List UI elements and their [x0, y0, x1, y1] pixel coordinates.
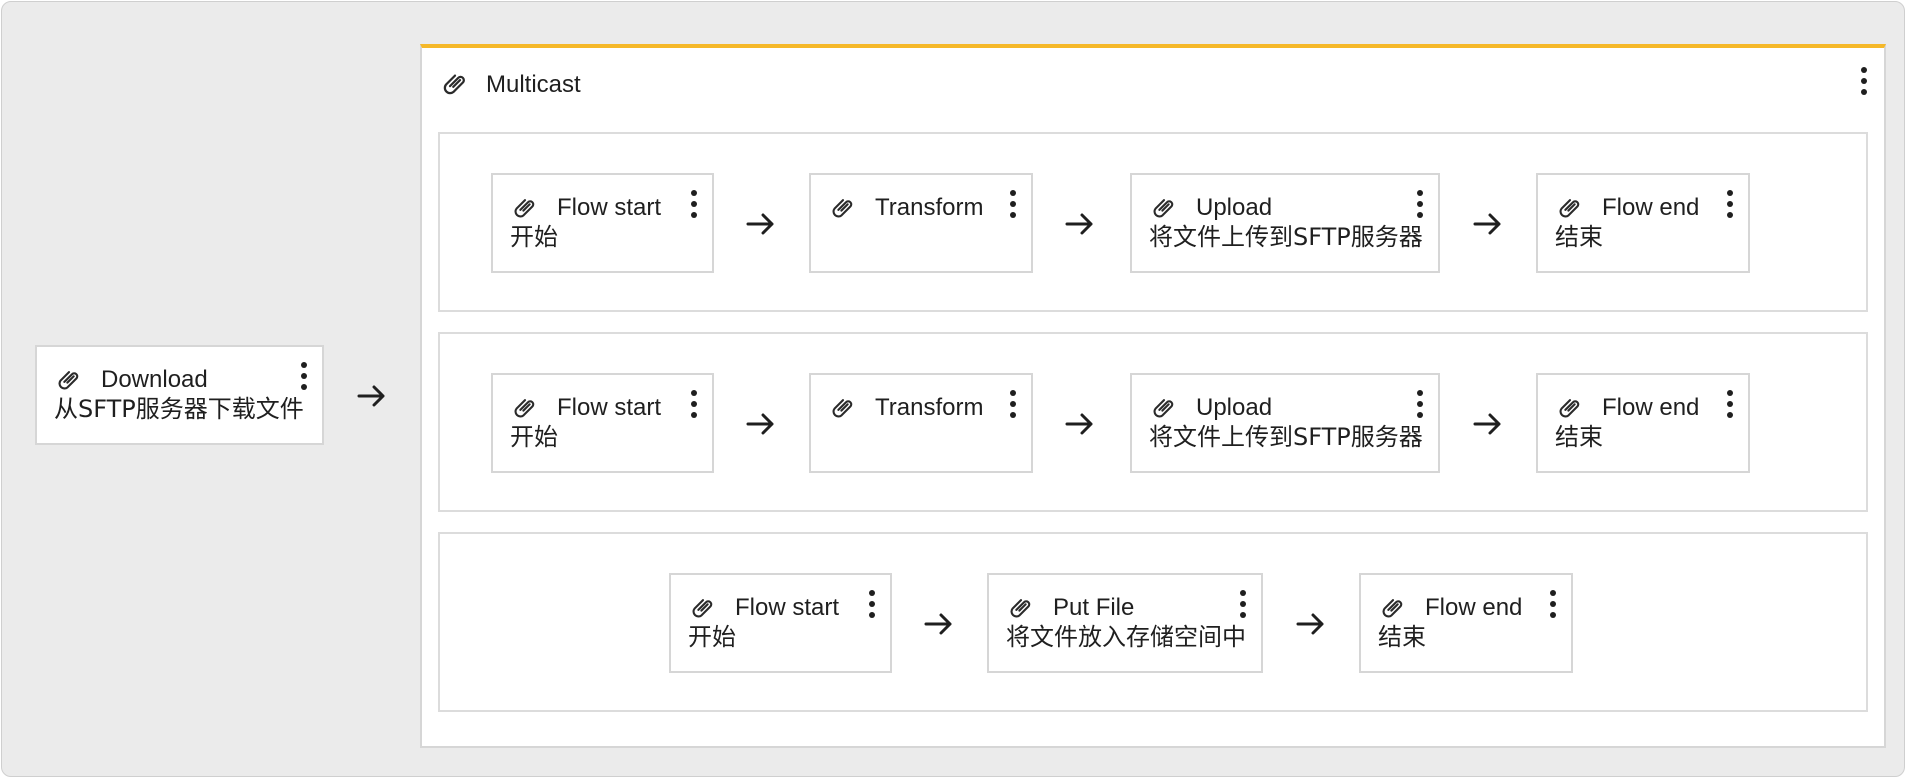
- node-title: Flow end: [1602, 394, 1700, 421]
- node-flow-start[interactable]: Flow start 开始: [669, 573, 892, 673]
- node-title: Flow start: [735, 594, 840, 621]
- node-title: Flow end: [1602, 194, 1700, 221]
- flow-canvas: Download 从SFTP服务器下载文件 Multicast Flow sta…: [1, 1, 1905, 777]
- node-put-file[interactable]: Put File 将文件放入存储空间中: [987, 573, 1263, 673]
- kebab-menu-icon[interactable]: [300, 361, 308, 391]
- kebab-menu-icon[interactable]: [1239, 589, 1247, 619]
- kebab-menu-icon[interactable]: [690, 189, 698, 219]
- arrow-right-icon: [746, 412, 776, 436]
- kebab-menu-icon[interactable]: [1549, 589, 1557, 619]
- kebab-menu-icon[interactable]: [1009, 189, 1017, 219]
- kebab-menu-icon[interactable]: [868, 589, 876, 619]
- node-subtitle: 结束: [1555, 223, 1603, 251]
- multicast-container[interactable]: Multicast Flow start 开始 Transform Upload: [420, 44, 1886, 748]
- node-subtitle: 将文件放入存储空间中: [1006, 623, 1246, 651]
- node-transform[interactable]: Transform: [809, 373, 1033, 473]
- node-subtitle: 将文件上传到SFTP服务器: [1149, 223, 1423, 251]
- node-subtitle: 结束: [1378, 623, 1426, 651]
- paperclip-icon: [1379, 593, 1407, 621]
- node-subtitle: 开始: [510, 223, 558, 251]
- node-flow-start[interactable]: Flow start 开始: [491, 173, 714, 273]
- paperclip-icon: [1556, 193, 1584, 221]
- arrow-right-icon: [1065, 212, 1095, 236]
- arrow-right-icon: [1296, 612, 1326, 636]
- paperclip-icon: [440, 68, 470, 98]
- node-title: Transform: [875, 394, 984, 421]
- node-title: Upload: [1196, 194, 1273, 221]
- node-subtitle: 从SFTP服务器下载文件: [54, 395, 304, 423]
- paperclip-icon: [1556, 393, 1584, 421]
- node-title: Flow start: [557, 394, 662, 421]
- node-upload[interactable]: Upload 将文件上传到SFTP服务器: [1130, 373, 1440, 473]
- kebab-menu-icon[interactable]: [690, 389, 698, 419]
- arrow-right-icon: [1473, 212, 1503, 236]
- paperclip-icon: [511, 393, 539, 421]
- arrow-right-icon: [357, 384, 387, 408]
- node-title: Transform: [875, 194, 984, 221]
- node-upload[interactable]: Upload 将文件上传到SFTP服务器: [1130, 173, 1440, 273]
- paperclip-icon: [829, 393, 857, 421]
- node-subtitle: 将文件上传到SFTP服务器: [1149, 423, 1423, 451]
- branch-1: Flow start 开始 Transform Upload 将文件上传到SFT…: [438, 132, 1868, 312]
- kebab-menu-icon[interactable]: [1726, 389, 1734, 419]
- paperclip-icon: [1007, 593, 1035, 621]
- multicast-title: Multicast: [486, 71, 581, 98]
- node-subtitle: 开始: [510, 423, 558, 451]
- branch-3: Flow start 开始 Put File 将文件放入存储空间中 Flow e…: [438, 532, 1868, 712]
- node-flow-end[interactable]: Flow end 结束: [1359, 573, 1573, 673]
- paperclip-icon: [511, 193, 539, 221]
- node-title: Flow start: [557, 194, 662, 221]
- node-subtitle: 结束: [1555, 423, 1603, 451]
- arrow-right-icon: [746, 212, 776, 236]
- node-flow-end[interactable]: Flow end 结束: [1536, 173, 1750, 273]
- paperclip-icon: [1150, 193, 1178, 221]
- paperclip-icon: [55, 365, 83, 393]
- node-flow-start[interactable]: Flow start 开始: [491, 373, 714, 473]
- arrow-right-icon: [1065, 412, 1095, 436]
- kebab-menu-icon[interactable]: [1860, 66, 1868, 96]
- arrow-right-icon: [924, 612, 954, 636]
- node-download[interactable]: Download 从SFTP服务器下载文件: [35, 345, 324, 445]
- paperclip-icon: [829, 193, 857, 221]
- node-subtitle: 开始: [688, 623, 736, 651]
- kebab-menu-icon[interactable]: [1416, 189, 1424, 219]
- paperclip-icon: [1150, 393, 1178, 421]
- node-title: Upload: [1196, 394, 1273, 421]
- node-transform[interactable]: Transform: [809, 173, 1033, 273]
- node-title: Put File: [1053, 594, 1135, 621]
- node-flow-end[interactable]: Flow end 结束: [1536, 373, 1750, 473]
- kebab-menu-icon[interactable]: [1416, 389, 1424, 419]
- paperclip-icon: [689, 593, 717, 621]
- node-title: Flow end: [1425, 594, 1523, 621]
- kebab-menu-icon[interactable]: [1726, 189, 1734, 219]
- kebab-menu-icon[interactable]: [1009, 389, 1017, 419]
- node-title: Download: [101, 366, 208, 393]
- branch-2: Flow start 开始 Transform Upload 将文件上传到SFT…: [438, 332, 1868, 512]
- arrow-right-icon: [1473, 412, 1503, 436]
